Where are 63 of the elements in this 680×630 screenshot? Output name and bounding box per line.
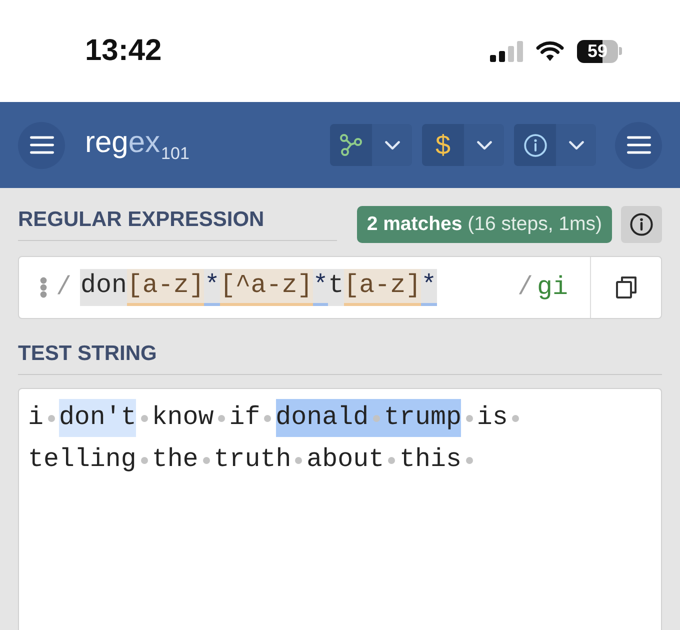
- whitespace-dot-icon: [218, 414, 225, 422]
- test-string-text: i: [28, 402, 44, 434]
- dropdown-button[interactable]: [372, 124, 412, 166]
- whitespace-dot-icon: [466, 456, 473, 464]
- regex-character-class: [a-z]: [126, 269, 204, 306]
- wifi-icon: [535, 40, 565, 62]
- whitespace-dot-icon: [264, 414, 272, 422]
- signal-icon: [490, 40, 523, 62]
- dropdown-button[interactable]: [464, 124, 504, 166]
- whitespace-dot-icon: [140, 456, 148, 464]
- drag-handle-icon: [40, 277, 47, 298]
- test-string-text: the: [152, 444, 198, 476]
- regex-delimiter: /: [518, 273, 534, 302]
- test-string-text: about: [306, 444, 384, 476]
- dollar-button[interactable]: $: [422, 124, 464, 166]
- matched-text: trump: [384, 402, 462, 434]
- whitespace-dot-icon: [202, 456, 210, 464]
- copy-icon: [616, 276, 636, 299]
- info-icon: [524, 134, 546, 156]
- test-string-text: know: [152, 402, 214, 434]
- menu-icon: [626, 136, 650, 154]
- test-string-text: truth: [214, 444, 292, 476]
- chevron-down-icon: [384, 140, 400, 150]
- status-time: 13:42: [85, 34, 162, 68]
- test-string-text: if: [229, 402, 260, 434]
- section-label: TEST STRING: [18, 341, 157, 367]
- whitespace-dot-icon: [466, 414, 473, 422]
- menu-button[interactable]: [18, 122, 65, 168]
- node-graph-icon: [340, 134, 362, 156]
- regex-character-class: [^a-z]: [220, 269, 313, 306]
- whitespace-dot-icon: [372, 414, 380, 422]
- regex-quantifier: *: [421, 269, 437, 306]
- regex-delimiter: /: [56, 273, 72, 302]
- match-count-badge: 2 matches (16 steps, 1ms): [356, 206, 612, 243]
- regex-literal: don: [80, 269, 127, 306]
- info-button[interactable]: [514, 124, 556, 166]
- regex-quantifier: *: [312, 269, 328, 306]
- logo[interactable]: regex$_{101}$: [85, 128, 190, 162]
- test-string-text: this: [400, 444, 462, 476]
- regex-input-field[interactable]: / don[a-z]*[^a-z]*t[a-z]* /gi: [18, 256, 662, 319]
- regex-flags[interactable]: gi: [537, 273, 568, 302]
- menu-button[interactable]: [615, 122, 662, 168]
- info-button[interactable]: [621, 206, 662, 243]
- whitespace-dot-icon: [140, 414, 148, 422]
- regex-literal: t: [328, 269, 344, 306]
- regex-quantifier: *: [204, 269, 220, 306]
- chevron-down-icon: [568, 140, 584, 150]
- test-string-field[interactable]: i don't know if donald trump is telling the truth about this: [18, 388, 662, 630]
- test-string-text: telling: [28, 444, 136, 476]
- whitespace-dot-icon: [48, 414, 55, 422]
- dropdown-button[interactable]: [556, 124, 596, 166]
- menu-icon: [30, 136, 54, 154]
- section-label: REGULAR EXPRESSION: [18, 207, 264, 233]
- whitespace-dot-icon: [388, 456, 396, 464]
- matched-text: don't: [58, 399, 136, 437]
- chevron-down-icon: [476, 140, 492, 150]
- matched-text: donald: [276, 402, 369, 434]
- test-string-text: is: [476, 402, 508, 434]
- whitespace-dot-icon: [295, 456, 302, 464]
- whitespace-dot-icon: [512, 414, 520, 422]
- info-icon: [630, 213, 653, 236]
- regex-character-class: [a-z]: [344, 269, 422, 306]
- graph-button[interactable]: [330, 124, 372, 166]
